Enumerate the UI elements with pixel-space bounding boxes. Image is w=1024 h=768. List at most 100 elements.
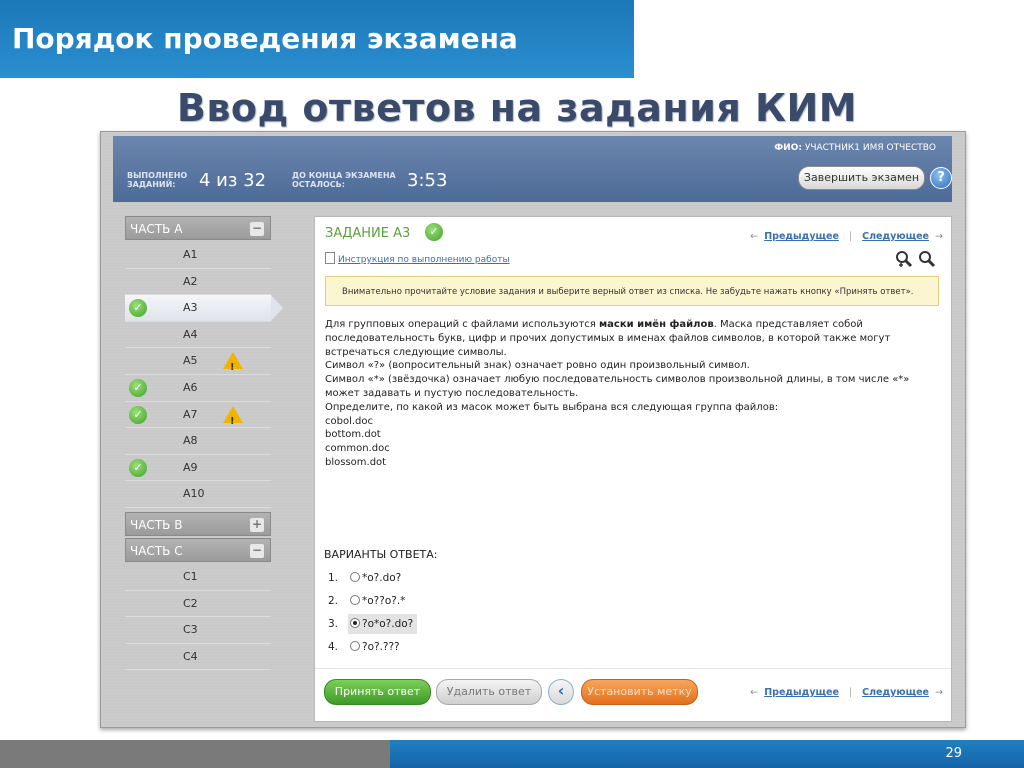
finish-exam-button[interactable]: Завершить экзамен [798,166,925,190]
notice-box: Внимательно прочитайте условие задания и… [325,276,939,306]
task-item-a7[interactable]: ✓ A7! [125,402,271,429]
answer-number: 3. [328,618,339,630]
time-label: ДО КОНЦА ЭКЗАМЕНА ОСТАЛОСЬ: [292,171,396,189]
task-item-a8[interactable]: A8 [125,428,271,455]
footer-left-bar [0,740,390,768]
answer-text: *o?.do? [362,572,402,584]
set-mark-button[interactable]: Установить метку [581,679,698,705]
prev-task-link[interactable]: Предыдущее [764,231,839,242]
answer-text: ?o*o?.do? [362,618,414,630]
part-a-header[interactable]: ЧАСТЬ А − [125,216,271,240]
task-item-label: A9 [183,460,198,474]
radio-button[interactable] [350,618,360,628]
time-remaining: 3:53 [407,170,448,191]
task-item-a4[interactable]: A4 [125,322,271,349]
next-task-link[interactable]: Следующее [862,231,929,242]
task-item-c4[interactable]: C4 [125,644,271,671]
part-b-label: ЧАСТЬ В [130,517,183,532]
task-item-label: A8 [183,434,198,448]
zoom-out-icon[interactable] [918,250,936,272]
next-task-link-bottom[interactable]: Следующее [862,687,929,698]
delete-answer-button[interactable]: Удалить ответ [436,679,542,705]
task-item-c3[interactable]: C3 [125,617,271,644]
prev-task-link-bottom[interactable]: Предыдущее [764,687,839,698]
task-item-a1[interactable]: A1 [125,242,271,269]
answer-number: 1. [328,572,339,584]
question-line: common.doc [325,443,390,455]
task-item-label: A5 [183,354,198,368]
question-line: bottom.dot [325,429,381,441]
fio-value: УЧАСТНИК1 ИМЯ ОТЧЕСТВО [804,143,936,153]
part-c-label: ЧАСТЬ С [130,543,183,558]
accept-answer-button[interactable]: Принять ответ [324,679,431,705]
task-nav-top: ← Предыдущее | Следующее → [750,231,943,242]
collapse-icon[interactable]: − [250,543,264,558]
answers-title: ВАРИАНТЫ ОТВЕТА: [324,548,438,561]
task-item-label: C4 [183,649,198,663]
question-line: Символ «?» (вопросительный знак) означае… [325,360,750,372]
radio-button[interactable] [350,595,360,605]
participant-name: ФИО: УЧАСТНИК1 ИМЯ ОТЧЕСТВО [774,143,936,153]
back-icon[interactable]: ‹ [548,679,574,705]
page-number: 29 [945,746,962,761]
slide-header-title: Порядок проведения экзамена [12,22,518,55]
task-title: ЗАДАНИЕ А3 [325,226,411,241]
answer-option-1[interactable]: 1. *o?.do? [328,568,405,588]
done-counter: 4 из 32 [199,170,267,191]
radio-button[interactable] [350,641,360,651]
radio-button[interactable] [350,572,360,582]
task-item-label: C1 [183,569,198,583]
expand-icon[interactable]: + [250,517,264,532]
document-icon [325,252,335,264]
task-item-a3[interactable]: ✓ A3 [125,295,283,322]
answer-number: 4. [328,641,339,653]
part-a-label: ЧАСТЬ А [130,222,183,236]
instruction-link[interactable]: Инструкция по выполнению работы [325,252,510,265]
fio-label: ФИО: [774,143,802,153]
task-item-a5[interactable]: A5! [125,348,271,375]
task-item-a2[interactable]: A2 [125,269,271,296]
task-item-label: A1 [183,248,198,261]
task-item-label: A4 [183,327,198,341]
task-done-check-icon: ✓ [425,223,443,241]
answer-option-3[interactable]: 3. ?o*o?.do? [328,614,418,634]
task-item-label: A7 [183,407,198,421]
warning-icon: ! [223,352,243,373]
task-item-c1[interactable]: C1 [125,564,271,591]
task-item-label: C2 [183,596,198,610]
warning-icon: ! [223,405,243,427]
collapse-icon[interactable]: − [250,222,264,236]
task-nav-bottom: ← Предыдущее | Следующее → [750,687,943,698]
part-b-header[interactable]: ЧАСТЬ В + [125,511,271,536]
answer-option-2[interactable]: 2. *o??o?.* [328,591,409,611]
answer-number: 2. [328,595,339,607]
task-item-a9[interactable]: ✓ A9 [125,455,271,482]
task-item-label: A3 [183,301,198,315]
question-text: Для групповых операций с файлами использ… [325,318,925,470]
help-icon[interactable]: ? [930,167,952,189]
footer-right-bar: 29 [390,740,1024,768]
exam-window: ФИО: УЧАСТНИК1 ИМЯ ОТЧЕСТВО ВЫПОЛНЕНО ЗАД… [100,131,966,728]
zoom-in-icon[interactable] [895,250,913,272]
task-item-label: A6 [183,380,198,394]
task-item-label: A2 [183,274,198,288]
check-icon: ✓ [129,299,147,318]
task-sidebar: ЧАСТЬ А − A1 A2 ✓ A3 A4 A5! ✓ A6 ✓ A7! A8 ✓ A9 A10 ЧА… [125,216,283,671]
question-line: blossom.dot [325,456,387,468]
answer-text: *o??o?.* [362,595,406,607]
part-c-header[interactable]: ЧАСТЬ С − [125,537,271,562]
answer-option-4[interactable]: 4. ?o?.??? [328,637,404,657]
answer-text: ?o?.??? [362,641,400,653]
task-item-c2[interactable]: C2 [125,591,271,618]
check-icon: ✓ [129,458,147,477]
question-line: cobol.doc [325,415,374,427]
slide-subtitle: Ввод ответов на задания КИМ [176,86,858,130]
task-item-label: A10 [183,487,205,501]
check-icon: ✓ [129,378,147,397]
slide-header: Порядок проведения экзамена [0,0,634,78]
task-item-a10[interactable]: A10 [125,481,271,508]
task-item-label: C3 [183,623,198,637]
task-item-a6[interactable]: ✓ A6 [125,375,271,402]
action-bar: Принять ответ Удалить ответ ‹ Установить… [315,668,951,721]
exam-topbar: ФИО: УЧАСТНИК1 ИМЯ ОТЧЕСТВО ВЫПОЛНЕНО ЗАД… [113,136,952,202]
